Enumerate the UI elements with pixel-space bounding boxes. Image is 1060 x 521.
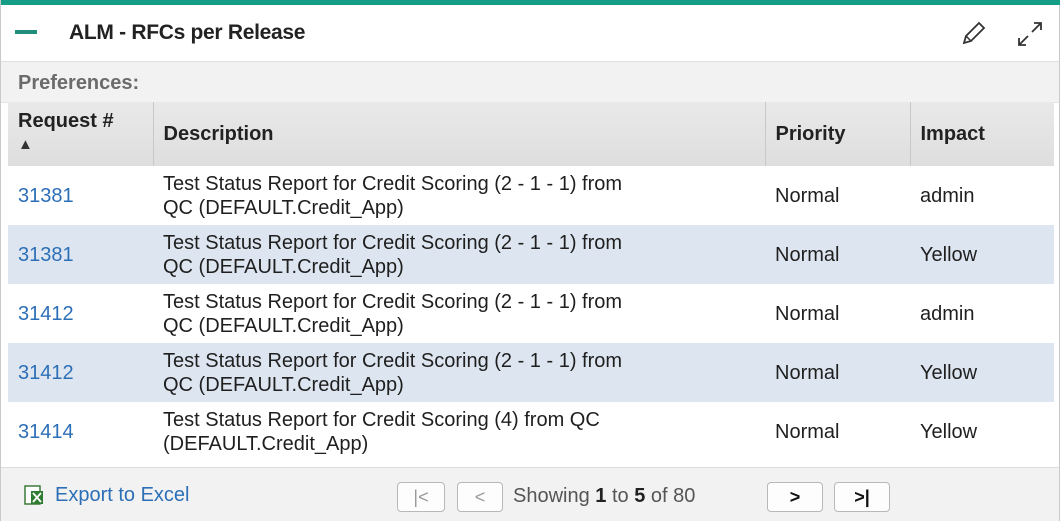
priority-cell: Normal — [775, 302, 840, 325]
request-link[interactable]: 31381 — [18, 244, 74, 266]
to-word: to — [611, 485, 629, 507]
portlet: ALM - RFCs per Release Preferences: Requ… — [0, 0, 1060, 521]
request-link[interactable]: 31381 — [18, 185, 74, 207]
table-footer: Export to Excel |< < Showing 1 to 5 of 8… — [1, 467, 1059, 521]
first-page-icon: |< — [413, 486, 429, 507]
description-cell: Test Status Report for Credit Scoring (2… — [153, 225, 765, 284]
description-line: (DEFAULT.Credit_App) — [163, 432, 369, 455]
minus-icon[interactable] — [15, 27, 37, 37]
impact-cell: admin — [920, 302, 975, 325]
range-start: 1 — [595, 485, 607, 507]
total-count: 80 — [673, 485, 696, 507]
table-row: 31414 Test Status Report for Credit Scor… — [8, 402, 1054, 461]
next-page-button[interactable]: > — [767, 482, 823, 512]
portlet-title: ALM - RFCs per Release — [69, 21, 306, 44]
impact-cell: Yellow — [910, 225, 1054, 284]
column-header-label: Request # — [18, 110, 114, 132]
pagination-status: Showing 1 to 5 of 80 — [513, 485, 695, 508]
request-link[interactable]: 31412 — [18, 362, 74, 384]
column-header-description[interactable]: Description — [153, 102, 766, 166]
expand-icon[interactable] — [1015, 19, 1045, 49]
column-header-request[interactable]: Request # ▲ — [8, 102, 154, 166]
export-label: Export to Excel — [55, 483, 190, 506]
priority-cell: Normal — [765, 225, 910, 284]
description-line: QC (DEFAULT.Credit_App) — [163, 314, 404, 337]
description-line: QC (DEFAULT.Credit_App) — [163, 196, 404, 219]
request-link[interactable]: 31414 — [18, 421, 74, 443]
description-line: Test Status Report for Credit Scoring (2… — [163, 172, 623, 195]
chevron-left-icon: < — [474, 486, 486, 507]
impact-cell: Yellow — [920, 420, 978, 443]
table-header-row: Request # ▲ Description Priority Impact — [8, 102, 1054, 166]
description-line: Test Status Report for Credit Scoring (4… — [163, 408, 600, 431]
of-word: of — [650, 485, 668, 507]
preferences-bar: Preferences: — [1, 62, 1059, 103]
preferences-label[interactable]: Preferences: — [18, 72, 139, 95]
portlet-header: ALM - RFCs per Release — [1, 5, 1059, 62]
priority-cell: Normal — [765, 343, 910, 402]
impact-cell: Yellow — [910, 343, 1054, 402]
export-to-excel-link[interactable]: Export to Excel — [23, 483, 190, 507]
column-header-priority[interactable]: Priority — [765, 102, 911, 166]
last-page-button[interactable]: >| — [834, 482, 890, 512]
description-line: QC (DEFAULT.Credit_App) — [163, 373, 404, 396]
request-cell: 31414 — [8, 402, 153, 461]
rfc-table: Request # ▲ Description Priority Impact … — [8, 102, 1054, 461]
table-row: 31381 Test Status Report for Credit Scor… — [8, 166, 1054, 225]
table-row: 31412 Test Status Report for Credit Scor… — [8, 343, 1054, 402]
chevron-right-icon: > — [789, 486, 801, 507]
request-cell: 31412 — [8, 343, 153, 402]
sort-ascending-icon: ▲ — [18, 136, 33, 153]
table-row: 31412 Test Status Report for Credit Scor… — [8, 284, 1054, 343]
previous-page-button[interactable]: < — [457, 482, 503, 512]
impact-cell: admin — [920, 184, 975, 207]
description-line: Test Status Report for Credit Scoring (2… — [163, 290, 623, 313]
description-cell: Test Status Report for Credit Scoring (2… — [153, 166, 765, 225]
description-line: Test Status Report for Credit Scoring (2… — [163, 231, 623, 254]
request-link[interactable]: 31412 — [18, 303, 74, 325]
priority-cell: Normal — [775, 184, 840, 207]
request-cell: 31381 — [8, 166, 153, 225]
excel-icon — [24, 485, 43, 505]
first-page-button[interactable]: |< — [397, 482, 445, 512]
last-page-icon: >| — [854, 486, 870, 507]
request-cell: 31381 — [8, 225, 153, 284]
table-row: 31381 Test Status Report for Credit Scor… — [8, 225, 1054, 284]
pencil-icon[interactable] — [958, 19, 988, 49]
description-line: Test Status Report for Credit Scoring (2… — [163, 349, 623, 372]
request-cell: 31412 — [8, 284, 153, 343]
description-cell: Test Status Report for Credit Scoring (4… — [153, 402, 765, 461]
description-cell: Test Status Report for Credit Scoring (2… — [153, 284, 765, 343]
range-end: 5 — [634, 485, 646, 507]
description-cell: Test Status Report for Credit Scoring (2… — [153, 343, 765, 402]
priority-cell: Normal — [775, 420, 840, 443]
column-header-impact[interactable]: Impact — [910, 102, 1054, 166]
description-line: QC (DEFAULT.Credit_App) — [163, 255, 404, 278]
showing-prefix: Showing — [513, 485, 590, 507]
